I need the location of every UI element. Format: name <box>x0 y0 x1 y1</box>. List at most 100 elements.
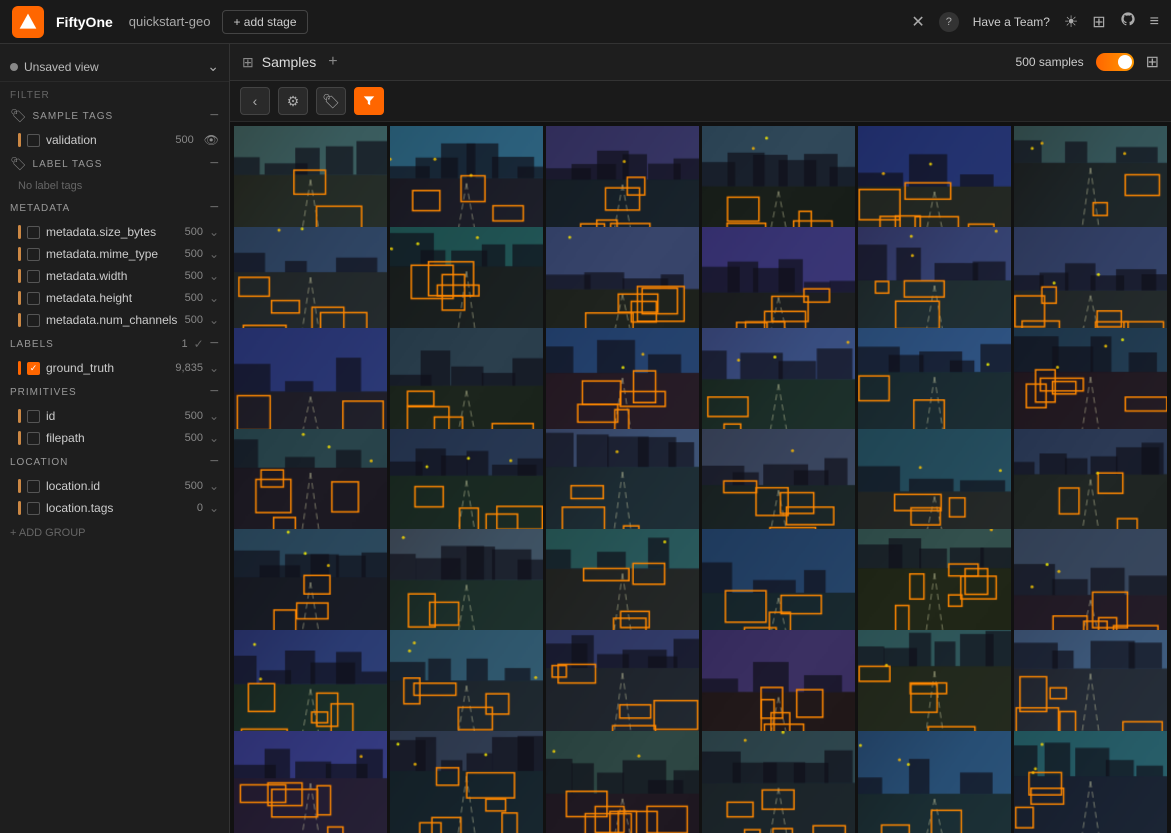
loc-checkbox-1[interactable] <box>27 502 40 515</box>
grid-cell[interactable] <box>390 630 543 745</box>
meta-chevron-2[interactable]: ⌄ <box>209 269 219 283</box>
ground-truth-checkbox[interactable] <box>27 362 40 375</box>
grid-cell[interactable] <box>234 328 387 443</box>
tag-button[interactable]: 🏷 <box>316 87 346 115</box>
sidebar-item-primitive-0[interactable]: id 500 ⌄ <box>0 405 229 427</box>
loc-chevron-1[interactable]: ⌄ <box>209 501 219 515</box>
labels-collapse[interactable]: − <box>210 336 219 352</box>
meta-checkbox-2[interactable] <box>27 270 40 283</box>
grid-cell[interactable] <box>702 227 855 342</box>
view-selector[interactable]: Unsaved view ⌄ <box>0 52 229 82</box>
primitives-section[interactable]: PRIMITIVES − <box>0 379 229 405</box>
grid-cell[interactable] <box>858 731 1011 833</box>
grid-cell[interactable] <box>702 328 855 443</box>
sidebar-item-metadata-2[interactable]: metadata.width 500 ⌄ <box>0 265 229 287</box>
toggle-track[interactable] <box>1096 53 1134 71</box>
grid-cell[interactable] <box>858 126 1011 241</box>
grid-view-button[interactable]: ⊞ <box>1146 52 1159 72</box>
loc-chevron-0[interactable]: ⌄ <box>209 479 219 493</box>
validation-checkbox[interactable] <box>27 134 40 147</box>
loc-checkbox-0[interactable] <box>27 480 40 493</box>
prim-checkbox-1[interactable] <box>27 432 40 445</box>
grid-cell[interactable] <box>390 126 543 241</box>
prim-chevron-0[interactable]: ⌄ <box>209 409 219 423</box>
grid-cell[interactable] <box>234 529 387 644</box>
grid-cell[interactable] <box>858 529 1011 644</box>
app-logo[interactable] <box>12 6 44 38</box>
labels-section[interactable]: LABELS 1 ✓ − <box>0 331 229 357</box>
grid-cell[interactable] <box>546 126 699 241</box>
label-tags-section[interactable]: 🏷 LABEL TAGS − <box>0 151 229 177</box>
ground-truth-chevron[interactable]: ⌄ <box>209 361 219 375</box>
grid-cell[interactable] <box>546 529 699 644</box>
github-icon[interactable] <box>1120 11 1136 32</box>
sidebar-item-metadata-1[interactable]: metadata.mime_type 500 ⌄ <box>0 243 229 265</box>
grid-cell[interactable] <box>702 126 855 241</box>
grid-cell[interactable] <box>234 227 387 342</box>
grid-cell[interactable] <box>702 429 855 544</box>
sidebar-item-metadata-3[interactable]: metadata.height 500 ⌄ <box>0 287 229 309</box>
sidebar-item-location-1[interactable]: location.tags 0 ⌄ <box>0 497 229 519</box>
meta-checkbox-0[interactable] <box>27 226 40 239</box>
meta-chevron-3[interactable]: ⌄ <box>209 291 219 305</box>
sidebar-item-ground-truth[interactable]: ground_truth 9,835 ⌄ <box>0 357 229 379</box>
sample-tags-section[interactable]: 🏷 SAMPLE TAGS − <box>0 103 229 129</box>
sidebar-item-validation[interactable]: validation 500 👁 <box>0 129 229 151</box>
meta-checkbox-3[interactable] <box>27 292 40 305</box>
sample-tags-collapse[interactable]: − <box>210 108 219 124</box>
grid-cell[interactable] <box>546 328 699 443</box>
meta-chevron-1[interactable]: ⌄ <box>209 247 219 261</box>
meta-chevron-0[interactable]: ⌄ <box>209 225 219 239</box>
grid-cell[interactable] <box>1014 429 1167 544</box>
meta-checkbox-4[interactable] <box>27 314 40 327</box>
view-chevron[interactable]: ⌄ <box>207 58 219 75</box>
sidebar-item-metadata-4[interactable]: metadata.num_channels 500 ⌄ <box>0 309 229 331</box>
grid-cell[interactable] <box>546 731 699 833</box>
grid-cell[interactable] <box>1014 227 1167 342</box>
grid-cell[interactable] <box>390 429 543 544</box>
sidebar-item-primitive-1[interactable]: filepath 500 ⌄ <box>0 427 229 449</box>
sidebar-item-metadata-0[interactable]: metadata.size_bytes 500 ⌄ <box>0 221 229 243</box>
grid-cell[interactable] <box>702 529 855 644</box>
grid-cell[interactable] <box>858 429 1011 544</box>
grid-cell[interactable] <box>858 630 1011 745</box>
sun-icon[interactable]: ☀ <box>1064 12 1078 32</box>
grid-cell[interactable] <box>390 529 543 644</box>
help-icon[interactable]: ? <box>939 12 959 32</box>
menu-icon[interactable]: ≡ <box>1150 13 1159 31</box>
back-button[interactable]: ‹ <box>240 87 270 115</box>
grid-cell[interactable] <box>702 731 855 833</box>
validation-eye-icon[interactable]: 👁 <box>204 133 219 147</box>
prim-checkbox-0[interactable] <box>27 410 40 423</box>
grid-apps-icon[interactable]: ⊞ <box>1092 12 1105 32</box>
add-stage-button[interactable]: + add stage <box>222 10 307 34</box>
add-group-button[interactable]: + ADD GROUP <box>0 519 229 547</box>
label-tags-collapse[interactable]: − <box>210 156 219 172</box>
grid-cell[interactable] <box>858 328 1011 443</box>
grid-cell[interactable] <box>546 630 699 745</box>
grid-cell[interactable] <box>234 630 387 745</box>
metadata-collapse[interactable]: − <box>210 200 219 216</box>
grid-cell[interactable] <box>1014 529 1167 644</box>
grid-cell[interactable] <box>546 429 699 544</box>
grid-cell[interactable] <box>1014 630 1167 745</box>
meta-checkbox-1[interactable] <box>27 248 40 261</box>
sidebar-item-location-0[interactable]: location.id 500 ⌄ <box>0 475 229 497</box>
location-section[interactable]: LOCATION − <box>0 449 229 475</box>
add-sample-button[interactable]: + <box>328 53 337 71</box>
settings-button[interactable]: ⚙ <box>278 87 308 115</box>
grid-cell[interactable] <box>1014 328 1167 443</box>
grid-cell[interactable] <box>1014 731 1167 833</box>
grid-cell[interactable] <box>390 227 543 342</box>
filter-button[interactable] <box>354 87 384 115</box>
labels-filter-icon[interactable]: ✓ <box>194 337 204 351</box>
primitives-collapse[interactable]: − <box>210 384 219 400</box>
grid-cell[interactable] <box>234 126 387 241</box>
grid-cell[interactable] <box>702 630 855 745</box>
prim-chevron-1[interactable]: ⌄ <box>209 431 219 445</box>
metadata-section[interactable]: METADATA − <box>0 195 229 221</box>
grid-cell[interactable] <box>1014 126 1167 241</box>
grid-cell[interactable] <box>858 227 1011 342</box>
grid-cell[interactable] <box>234 731 387 833</box>
location-collapse[interactable]: − <box>210 454 219 470</box>
